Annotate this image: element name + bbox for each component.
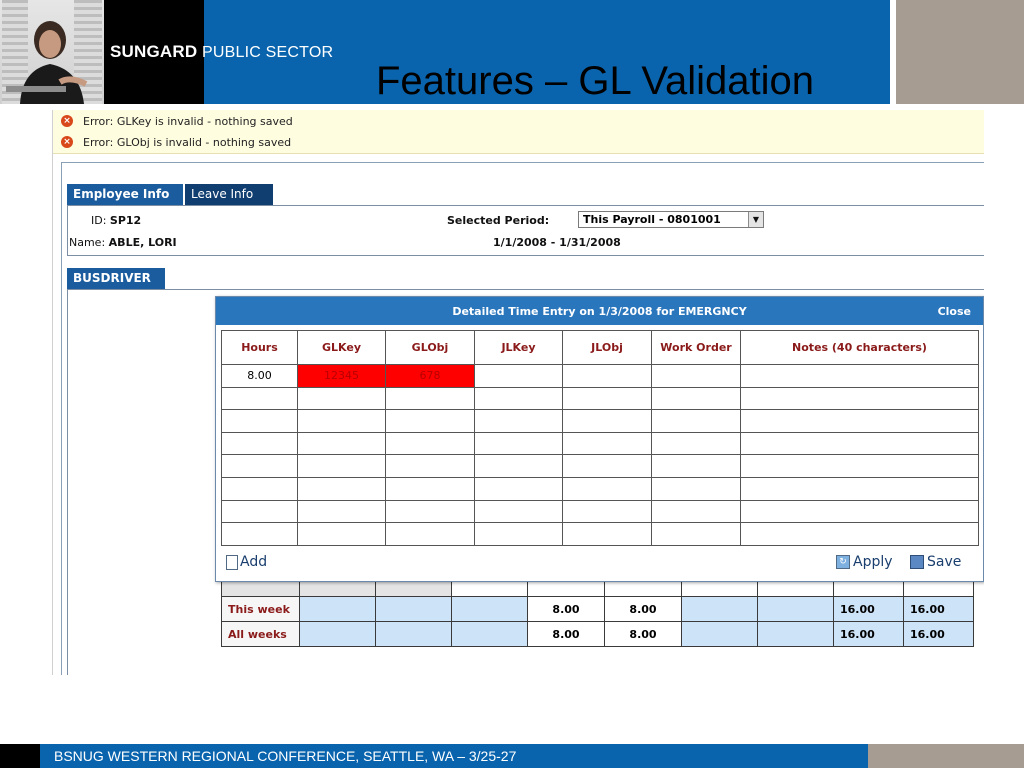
- hours-value: 8.00: [527, 621, 605, 647]
- total-value: 16.00: [903, 621, 974, 647]
- period-select[interactable]: This Payroll - 0801001 ▼: [578, 211, 764, 228]
- time-entry-table: Hours GLKey GLObj JLKey JLObj Work Order…: [221, 330, 979, 546]
- column-header-notes: Notes (40 characters): [740, 330, 979, 365]
- table-row: [221, 522, 979, 546]
- table-row: [221, 431, 979, 456]
- apply-label: Apply: [853, 554, 893, 570]
- summary-table: This week 8.00 8.00 16.00 16.00 All week…: [221, 580, 974, 647]
- save-label: Save: [927, 554, 962, 570]
- employee-name: Name: ABLE, LORI: [69, 236, 177, 249]
- column-header-jlkey: JLKey: [474, 330, 563, 365]
- apply-icon: ↻: [836, 555, 850, 569]
- footer-black-block: [0, 744, 40, 768]
- period-value: This Payroll - 0801001: [583, 213, 721, 226]
- period-label: Selected Period:: [447, 214, 550, 227]
- person-illustration: [6, 21, 88, 104]
- table-row: [221, 499, 979, 524]
- glkey-cell-invalid[interactable]: 12345: [297, 364, 386, 388]
- new-document-icon: [226, 554, 238, 570]
- chevron-down-icon[interactable]: ▼: [748, 212, 763, 227]
- table-row: [221, 454, 979, 478]
- column-header-globj: GLObj: [385, 330, 475, 365]
- name-label: Name:: [69, 236, 106, 249]
- employee-id: ID: SP12: [91, 214, 141, 227]
- table-header-row: Hours GLKey GLObj JLKey JLObj Work Order…: [221, 330, 979, 365]
- apply-button[interactable]: ↻ Apply: [836, 554, 893, 570]
- error-text: Error: GLKey is invalid - nothing saved: [83, 114, 293, 128]
- tab-employee-info[interactable]: Employee Info: [67, 184, 183, 205]
- table-row: [221, 386, 979, 411]
- table-row: [221, 580, 974, 597]
- add-label: Add: [240, 554, 268, 570]
- slide-title: Features – GL Validation: [376, 59, 815, 103]
- presenter-photo: [0, 0, 104, 104]
- period-date-range: 1/1/2008 - 1/31/2008: [493, 236, 621, 249]
- floppy-disk-icon: [910, 555, 924, 569]
- name-value: ABLE, LORI: [108, 236, 177, 249]
- row-label: This week: [221, 596, 300, 622]
- hours-value: 8.00: [527, 596, 605, 622]
- work-order-cell[interactable]: [651, 364, 741, 388]
- error-icon: ×: [61, 115, 73, 127]
- close-button[interactable]: Close: [938, 305, 971, 318]
- table-row: This week 8.00 8.00 16.00 16.00: [221, 596, 974, 622]
- header-grey-block: [896, 0, 1024, 104]
- brand-light: PUBLIC SECTOR: [202, 44, 334, 61]
- column-header-hours: Hours: [221, 330, 298, 365]
- total-value: 16.00: [833, 621, 904, 647]
- sungard-logo: SUNGARD PUBLIC SECTOR: [110, 42, 333, 62]
- column-header-work-order: Work Order: [651, 330, 741, 365]
- id-label: ID:: [91, 214, 107, 227]
- tab-busdriver[interactable]: BUSDRIVER: [67, 268, 165, 289]
- footer-grey-block: [868, 744, 1024, 768]
- error-message: × Error: GLKey is invalid - nothing save…: [61, 112, 293, 130]
- app-screenshot: × Error: GLKey is invalid - nothing save…: [52, 110, 984, 675]
- column-header-jlobj: JLObj: [562, 330, 652, 365]
- tab-leave-info[interactable]: Leave Info: [185, 184, 273, 205]
- table-row: [221, 476, 979, 501]
- hours-value: 8.00: [604, 621, 682, 647]
- column-header-glkey: GLKey: [297, 330, 386, 365]
- hours-cell[interactable]: 8.00: [221, 364, 298, 388]
- jlkey-cell[interactable]: [474, 364, 563, 388]
- dialog-title-bar: Detailed Time Entry on 1/3/2008 for EMER…: [216, 297, 983, 325]
- notes-cell[interactable]: [740, 364, 979, 388]
- time-entry-dialog: Detailed Time Entry on 1/3/2008 for EMER…: [215, 296, 984, 582]
- footer-text: BSNUG WESTERN REGIONAL CONFERENCE, SEATT…: [54, 748, 517, 764]
- row-label: All weeks: [221, 621, 300, 647]
- add-button[interactable]: Add: [226, 554, 267, 570]
- dialog-actions: Add ↻ Apply Save: [216, 552, 983, 576]
- total-value: 16.00: [903, 596, 974, 622]
- jlobj-cell[interactable]: [562, 364, 652, 388]
- error-message-bar: × Error: GLKey is invalid - nothing save…: [53, 110, 984, 154]
- error-text: Error: GLObj is invalid - nothing saved: [83, 135, 292, 149]
- hours-value: 8.00: [604, 596, 682, 622]
- id-value: SP12: [109, 214, 142, 227]
- globj-cell-invalid[interactable]: 678: [385, 364, 475, 388]
- dialog-title: Detailed Time Entry on 1/3/2008 for EMER…: [452, 305, 747, 318]
- save-button[interactable]: Save: [910, 554, 961, 570]
- brand-bold: SUNGARD: [110, 42, 198, 61]
- total-value: 16.00: [833, 596, 904, 622]
- table-row: [221, 409, 979, 433]
- error-message: × Error: GLObj is invalid - nothing save…: [61, 133, 291, 151]
- error-icon: ×: [61, 136, 73, 148]
- table-row: All weeks 8.00 8.00 16.00 16.00: [221, 621, 974, 647]
- table-row: 8.00 12345 678: [221, 364, 979, 388]
